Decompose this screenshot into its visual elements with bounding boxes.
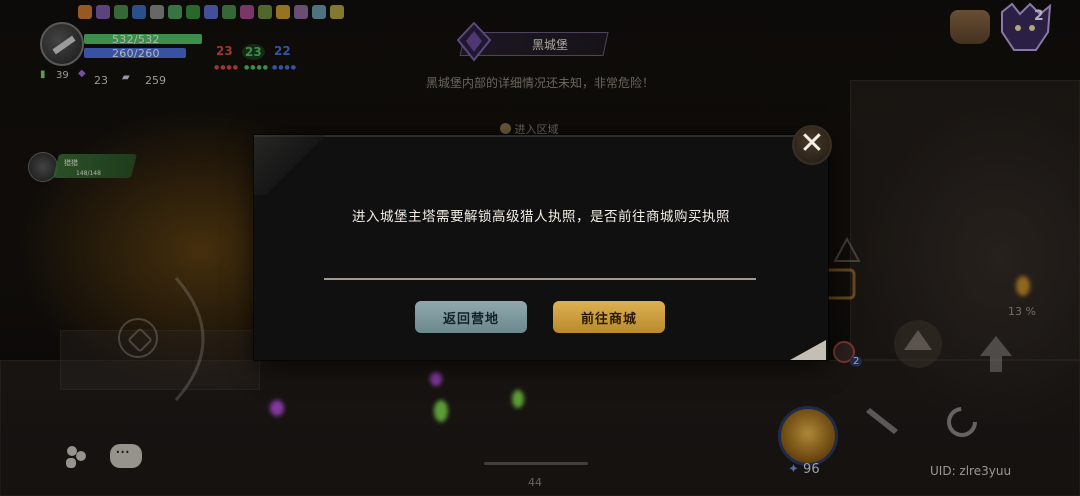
dialog-corner-decoration bbox=[254, 135, 324, 195]
close-dialog-button[interactable]: ✕ bbox=[792, 125, 832, 165]
go-to-shop-button[interactable]: 前往商城 bbox=[553, 301, 665, 333]
dialog-message: 进入城堡主塔需要解锁高级猎人执照，是否前往商城购买执照 bbox=[352, 209, 730, 225]
return-to-camp-button[interactable]: 返回营地 bbox=[415, 301, 527, 333]
dialog-divider bbox=[324, 278, 756, 280]
confirm-dialog bbox=[254, 135, 828, 360]
close-icon: ✕ bbox=[799, 126, 825, 161]
dialog-tail-decoration bbox=[790, 340, 826, 360]
